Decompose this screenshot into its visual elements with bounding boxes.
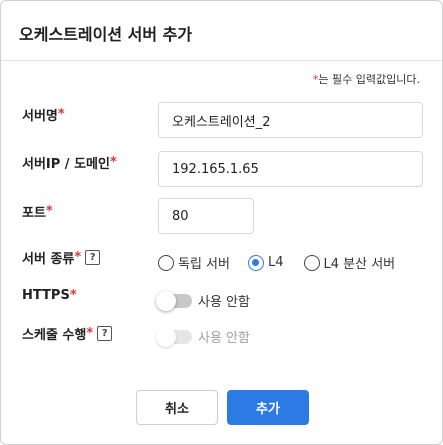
server-ip-input[interactable]: 192.165.1.65 [158, 151, 423, 187]
https-toggle-row: 사용 안함 [156, 290, 250, 311]
server-name-value: 오케스트레이션_2 [172, 114, 271, 130]
required-star: * [57, 107, 65, 122]
server-name-label-text: 서버명 [22, 109, 58, 124]
required-star: * [74, 250, 82, 265]
dialog-title: 오케스트레이션 서버 추가 [19, 25, 193, 44]
required-note: *는 필수 입력값입니다. [313, 71, 420, 87]
radio-label: L4 분산 서버 [323, 257, 396, 272]
server-type-label: 서버 종류 * ? [22, 248, 101, 267]
server-type-radio-group: 독립 서버 L4 L4 분산 서버 [158, 253, 395, 272]
port-input[interactable]: 80 [158, 198, 254, 234]
server-name-label: 서버명 * [22, 105, 65, 124]
radio-l4[interactable]: L4 [247, 254, 284, 271]
required-star: * [109, 155, 117, 170]
schedule-label: 스케줄 수행 * ? [22, 324, 113, 343]
server-type-label-text: 서버 종류 [22, 252, 75, 267]
add-server-dialog: 오케스트레이션 서버 추가 *는 필수 입력값입니다. 서버명 * 오케스트레이션… [0, 0, 443, 445]
help-icon[interactable]: ? [85, 250, 101, 265]
https-toggle-text: 사용 안함 [198, 295, 250, 310]
schedule-label-text: 스케줄 수행 [22, 328, 87, 343]
radio-label: L4 [267, 255, 284, 270]
required-star: * [45, 204, 53, 219]
required-star: * [69, 288, 77, 303]
toggle-knob [156, 326, 176, 347]
port-label: 포트 * [22, 202, 53, 221]
https-label-text: HTTPS [22, 288, 70, 303]
help-icon[interactable]: ? [97, 326, 113, 341]
radio-circle-checked-icon [247, 254, 264, 271]
https-label: HTTPS * [22, 288, 77, 303]
radio-circle-icon [158, 254, 174, 271]
title-divider [1, 60, 442, 61]
schedule-toggle[interactable] [156, 326, 192, 347]
server-ip-value: 192.165.1.65 [172, 161, 259, 177]
radio-label: 독립 서버 [178, 257, 230, 272]
toggle-knob [156, 290, 176, 311]
port-value: 80 [172, 208, 189, 224]
radio-standalone-server[interactable]: 독립 서버 [158, 253, 230, 272]
https-toggle[interactable] [156, 290, 192, 311]
schedule-toggle-row: 사용 안함 [156, 326, 250, 347]
required-star: * [86, 326, 94, 341]
server-ip-label-text: 서버IP / 도메인 [22, 157, 110, 172]
radio-l4-distributed-server[interactable]: L4 분산 서버 [303, 253, 396, 272]
server-name-input[interactable]: 오케스트레이션_2 [158, 102, 423, 138]
add-button[interactable]: 추가 [227, 390, 309, 425]
cancel-button[interactable]: 취소 [136, 390, 218, 425]
schedule-toggle-text: 사용 안함 [198, 331, 250, 346]
required-note-text: 는 필수 입력값입니다. [318, 73, 420, 86]
radio-circle-icon [303, 254, 320, 271]
server-ip-label: 서버IP / 도메인 * [22, 153, 117, 172]
port-label-text: 포트 [22, 206, 46, 221]
